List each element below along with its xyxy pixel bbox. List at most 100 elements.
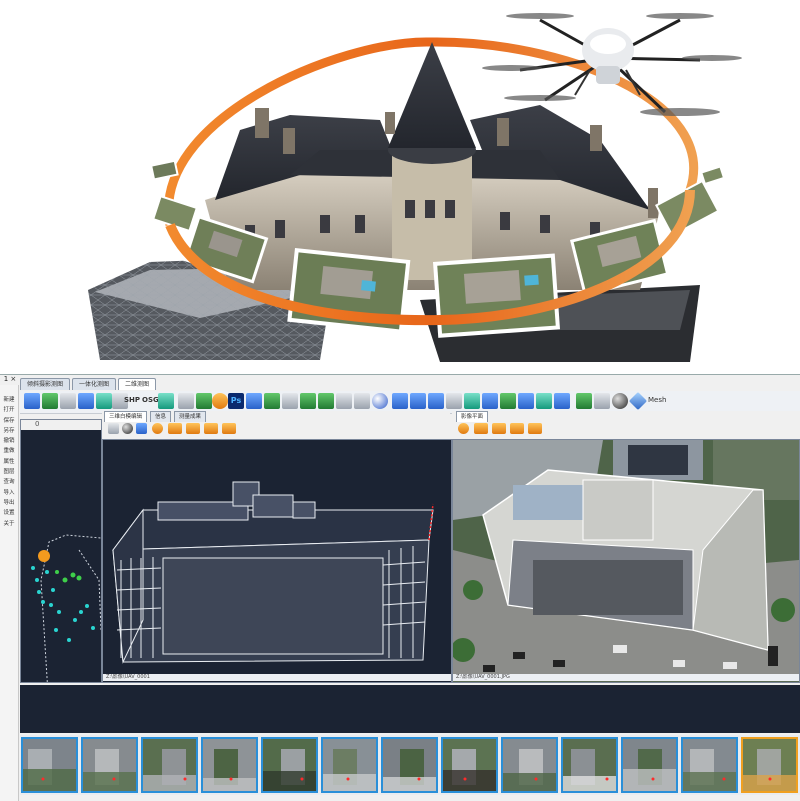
surface-tool-icon[interactable] — [168, 423, 182, 434]
split-icon[interactable] — [482, 393, 498, 409]
scale-tool-icon[interactable] — [410, 393, 426, 409]
filmstrip-thumbnail[interactable] — [621, 737, 678, 793]
save-icon[interactable] — [24, 393, 40, 409]
filmstrip-thumbnail[interactable] — [441, 737, 498, 793]
draw-icon[interactable] — [196, 393, 212, 409]
refresh-icon[interactable] — [536, 393, 552, 409]
tab-info[interactable]: 信息 — [150, 411, 172, 422]
window-mini-controls[interactable]: 1 × — [0, 375, 20, 384]
move-tool-icon[interactable] — [428, 393, 444, 409]
cube-icon[interactable] — [628, 391, 648, 411]
photo-tool-3-icon[interactable] — [510, 423, 524, 434]
thumbnail-image — [503, 749, 556, 791]
tab-image-plane[interactable]: 影像平面 — [456, 411, 489, 422]
thumbnail-image — [83, 749, 136, 791]
rotate-icon[interactable] — [518, 393, 534, 409]
left-vertical-menu: 新建 打开 保存 另存 撤销 重做 属性 图层 查询 导入 导出 设置 关于 — [0, 385, 19, 801]
left-menu-item[interactable]: 关于 — [0, 519, 18, 529]
photo-sun-icon[interactable] — [458, 423, 469, 434]
tab-2d-mapping[interactable]: 二维测图 — [118, 378, 157, 390]
redo-icon[interactable] — [318, 393, 334, 409]
photo-panel-header: 影像平面 — [452, 411, 800, 437]
filmstrip-thumbnail[interactable] — [81, 737, 138, 793]
angle-tool-icon[interactable] — [354, 393, 370, 409]
photo-tool-icon[interactable] — [474, 423, 488, 434]
list-icon[interactable] — [594, 393, 610, 409]
thumbnail-image — [623, 749, 676, 791]
rectangle-tool-icon[interactable] — [392, 393, 408, 409]
model-status-bar: Z:\影像\UAV_0001 — [103, 674, 451, 681]
left-menu-item[interactable]: 查询 — [0, 477, 18, 487]
tab-3d-model-edit[interactable]: 三维白模编辑 — [104, 411, 148, 422]
photoshop-icon[interactable]: Ps — [228, 393, 244, 409]
filmstrip-thumbnail[interactable] — [381, 737, 438, 793]
paint-icon[interactable] — [212, 393, 228, 409]
filmstrip-thumbnail[interactable] — [261, 737, 318, 793]
layer-icon[interactable] — [78, 393, 94, 409]
thumbnail-image — [263, 749, 316, 791]
filmstrip-thumbnail[interactable] — [561, 737, 618, 793]
left-menu-item[interactable]: 导出 — [0, 498, 18, 508]
globe-view-icon[interactable] — [122, 423, 133, 434]
terrain-icon[interactable] — [158, 393, 174, 409]
mesh-label[interactable]: Mesh — [648, 396, 666, 404]
white-model-3d-view[interactable]: Z:\影像\UAV_0001 — [102, 439, 452, 683]
copy-icon[interactable] — [246, 393, 262, 409]
current-position-marker — [38, 550, 50, 562]
shp-label[interactable]: SHP — [124, 396, 140, 404]
timeline-area — [20, 685, 800, 733]
filmstrip-thumbnail[interactable] — [501, 737, 558, 793]
thumbnail-image — [563, 749, 616, 791]
model-view-icon[interactable] — [108, 423, 119, 434]
filmstrip-thumbnail[interactable] — [741, 737, 798, 793]
aerial-photo-view[interactable]: Z:\影像\UAV_0001.JPG — [452, 439, 800, 683]
thumbnail-image — [323, 749, 376, 791]
filmstrip-thumbnail[interactable] — [681, 737, 738, 793]
tab-measure-results[interactable]: 测量成果 — [174, 411, 207, 422]
thumbnail-image — [443, 749, 496, 791]
extend-icon[interactable] — [464, 393, 480, 409]
settings-icon[interactable] — [576, 393, 592, 409]
image-icon[interactable] — [96, 393, 112, 409]
line-tool-icon[interactable] — [336, 393, 352, 409]
filmstrip-thumbnail[interactable] — [141, 737, 198, 793]
measure-icon[interactable] — [446, 393, 462, 409]
surface-tool-4-icon[interactable] — [222, 423, 236, 434]
osg-label[interactable]: OSG — [142, 396, 159, 404]
photo-tool-4-icon[interactable] — [528, 423, 542, 434]
photo-status-bar: Z:\影像\UAV_0001.JPG — [453, 674, 799, 681]
grid-icon[interactable] — [60, 393, 76, 409]
filmstrip-thumbnail[interactable] — [321, 737, 378, 793]
flight-path-panel[interactable]: 0 — [20, 419, 102, 683]
left-menu-item[interactable]: 新建 — [0, 395, 18, 405]
surface-tool-3-icon[interactable] — [204, 423, 218, 434]
pointer-icon[interactable] — [282, 393, 298, 409]
photo-tool-2-icon[interactable] — [492, 423, 506, 434]
left-menu-item[interactable]: 设置 — [0, 508, 18, 518]
sun-icon[interactable] — [152, 423, 163, 434]
tab-integrated-mapping[interactable]: 一体化测图 — [72, 378, 117, 390]
left-menu-item[interactable]: 导入 — [0, 488, 18, 498]
left-menu-item[interactable]: 图层 — [0, 467, 18, 477]
thumbnail-image — [143, 749, 196, 791]
circle-tool-icon[interactable] — [372, 393, 388, 409]
left-menu-item[interactable]: 撤销 — [0, 436, 18, 446]
tab-oblique-mapping[interactable]: 倾斜摄影测图 — [20, 378, 71, 390]
left-menu-item[interactable]: 另存 — [0, 426, 18, 436]
undo-icon[interactable] — [300, 393, 316, 409]
globe-icon[interactable] — [612, 393, 628, 409]
thumbnail-image — [203, 749, 256, 791]
texture-icon[interactable] — [136, 423, 147, 434]
left-menu-item[interactable]: 打开 — [0, 405, 18, 415]
merge-icon[interactable] — [500, 393, 516, 409]
surface-tool-2-icon[interactable] — [186, 423, 200, 434]
left-menu-item[interactable]: 属性 — [0, 457, 18, 467]
left-menu-item[interactable]: 保存 — [0, 416, 18, 426]
separator-icon — [178, 393, 194, 409]
export-icon[interactable] — [554, 393, 570, 409]
open-icon[interactable] — [42, 393, 58, 409]
filmstrip-thumbnail[interactable] — [201, 737, 258, 793]
left-menu-item[interactable]: 重做 — [0, 446, 18, 456]
edit-icon[interactable] — [264, 393, 280, 409]
filmstrip-thumbnail[interactable] — [21, 737, 78, 793]
